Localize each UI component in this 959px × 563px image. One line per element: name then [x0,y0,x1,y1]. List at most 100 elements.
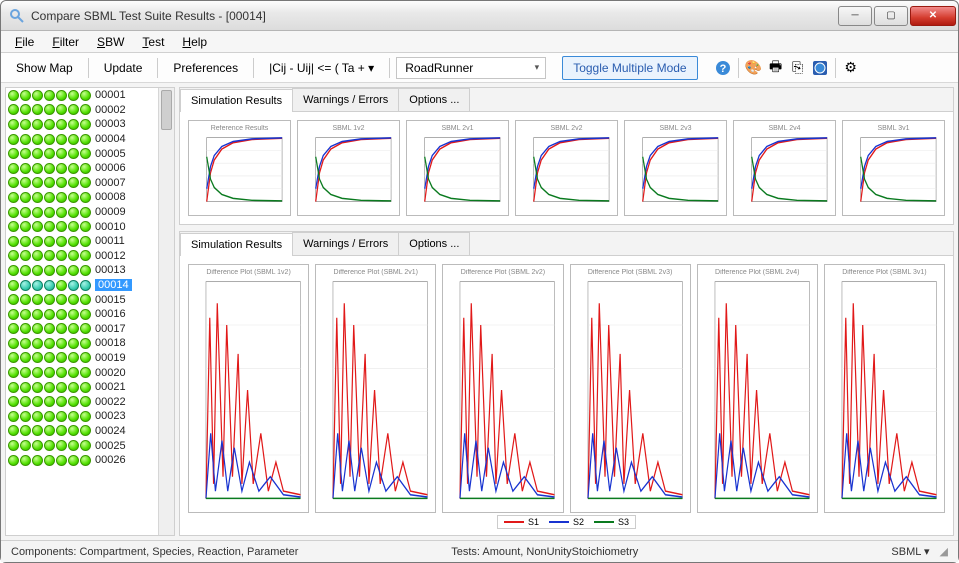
test-id-label: 00022 [95,396,126,408]
status-dot [68,382,79,393]
palette-icon[interactable]: 🎨 [745,59,763,77]
status-dot [80,134,91,145]
status-bar: Components: Compartment, Species, Reacti… [1,540,958,562]
test-row-00022[interactable]: 00022 [6,394,158,409]
test-row-00001[interactable]: 00001 [6,88,158,103]
status-dot [8,338,19,349]
top-tab-0[interactable]: Simulation Results [180,89,293,112]
test-row-00017[interactable]: 00017 [6,322,158,337]
minimize-button[interactable]: ─ [838,6,872,26]
menu-file[interactable]: File [7,33,42,51]
toggle-multiple-mode-button[interactable]: Toggle Multiple Mode [562,56,697,80]
menu-test[interactable]: Test [134,33,172,51]
plot[interactable]: SBML 2v3 [624,120,727,216]
plot[interactable]: SBML 2v4 [733,120,836,216]
status-dot [68,177,79,188]
menu-sbw[interactable]: SBW [89,33,132,51]
help-icon[interactable]: ? [714,59,732,77]
show-map-button[interactable]: Show Map [7,57,82,79]
plot[interactable]: SBML 3v1 [842,120,945,216]
test-row-00005[interactable]: 00005 [6,146,158,161]
preferences-button[interactable]: Preferences [164,57,247,79]
plot-title: SBML 2v3 [629,125,722,133]
status-dot [68,192,79,203]
status-dot [68,148,79,159]
plot[interactable]: Difference Plot (SBML 3v1) [824,264,945,513]
plot[interactable]: SBML 2v2 [515,120,618,216]
resize-grip[interactable]: ◢ [940,545,948,558]
status-dot [32,425,43,436]
test-row-00004[interactable]: 00004 [6,132,158,147]
test-row-00024[interactable]: 00024 [6,424,158,439]
test-row-00014[interactable]: 00014 [6,278,158,293]
status-dot [44,396,55,407]
chevron-down-icon[interactable]: ▾ [924,546,930,558]
test-row-00016[interactable]: 00016 [6,307,158,322]
update-button[interactable]: Update [95,57,152,79]
top-plots-row: Reference ResultsSBML 1v2SBML 2v1SBML 2v… [180,112,953,224]
formula-dropdown[interactable]: |Cij - Uij| <= ( Ta + ▾ [260,57,383,79]
plot[interactable]: Difference Plot (SBML 2v3) [570,264,691,513]
bottom-tab-2[interactable]: Options ... [398,232,470,255]
test-row-00012[interactable]: 00012 [6,249,158,264]
status-dot [32,367,43,378]
plot[interactable]: Difference Plot (SBML 2v1) [315,264,436,513]
test-row-00026[interactable]: 00026 [6,453,158,468]
bottom-tab-0[interactable]: Simulation Results [180,233,293,256]
test-row-00020[interactable]: 00020 [6,365,158,380]
plot[interactable]: Difference Plot (SBML 2v4) [697,264,818,513]
status-dot [68,396,79,407]
test-row-00015[interactable]: 00015 [6,292,158,307]
status-left: Components: Compartment, Species, Reacti… [11,546,451,558]
test-id-label: 00004 [95,133,126,145]
test-row-00003[interactable]: 00003 [6,117,158,132]
status-dot [80,309,91,320]
menu-help[interactable]: Help [174,33,215,51]
test-list[interactable]: 0000100002000030000400005000060000700008… [6,88,158,535]
status-dot [8,382,19,393]
test-row-00019[interactable]: 00019 [6,351,158,366]
test-row-00023[interactable]: 00023 [6,409,158,424]
test-row-00010[interactable]: 00010 [6,219,158,234]
status-dot [56,192,67,203]
bottom-tab-1[interactable]: Warnings / Errors [292,232,399,255]
close-button[interactable]: ✕ [910,6,956,26]
plot[interactable]: Difference Plot (SBML 2v2) [442,264,563,513]
plot[interactable]: SBML 1v2 [297,120,400,216]
top-tab-2[interactable]: Options ... [398,88,470,111]
menu-filter[interactable]: Filter [44,33,87,51]
test-row-00011[interactable]: 00011 [6,234,158,249]
scrollbar[interactable] [158,88,174,535]
maximize-button[interactable]: ▢ [874,6,908,26]
plot[interactable]: Difference Plot (SBML 1v2) [188,264,309,513]
test-id-label: 00026 [95,454,126,466]
status-dot [56,250,67,261]
status-dot [80,104,91,115]
plot[interactable]: Reference Results [188,120,291,216]
test-row-00008[interactable]: 00008 [6,190,158,205]
plot[interactable]: SBML 2v1 [406,120,509,216]
status-dot [56,455,67,466]
test-row-00009[interactable]: 00009 [6,205,158,220]
test-row-00025[interactable]: 00025 [6,438,158,453]
scrollbar-thumb[interactable] [161,90,172,130]
simulator-dropdown[interactable]: RoadRunner [396,57,546,79]
test-row-00002[interactable]: 00002 [6,103,158,118]
test-row-00013[interactable]: 00013 [6,263,158,278]
status-dot [8,367,19,378]
status-dot [44,250,55,261]
globe-icon[interactable] [811,59,829,77]
test-row-00007[interactable]: 00007 [6,176,158,191]
status-dot [8,192,19,203]
printer-icon[interactable]: 🖶 [767,59,785,77]
test-row-00018[interactable]: 00018 [6,336,158,351]
gear-icon[interactable]: ⚙ [842,59,860,77]
top-tab-1[interactable]: Warnings / Errors [292,88,399,111]
plot-title: Difference Plot (SBML 2v3) [575,269,686,277]
test-id-label: 00013 [95,264,126,276]
status-dot [20,207,31,218]
status-dot [32,148,43,159]
copy-icon[interactable]: ⎘ [789,59,807,77]
test-row-00006[interactable]: 00006 [6,161,158,176]
test-row-00021[interactable]: 00021 [6,380,158,395]
